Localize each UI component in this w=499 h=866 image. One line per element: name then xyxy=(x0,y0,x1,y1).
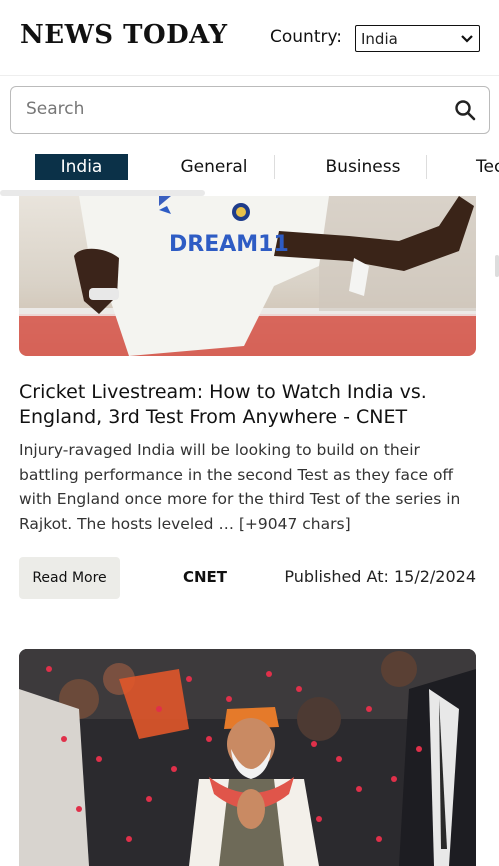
search-input[interactable]: Search xyxy=(26,99,84,119)
article-title[interactable]: Cricket Livestream: How to Watch India v… xyxy=(19,380,479,430)
read-more-button[interactable]: Read More xyxy=(19,557,120,599)
cricket-player-photo: DREAM11 xyxy=(19,196,476,356)
search-icon[interactable] xyxy=(453,98,477,122)
article-published-date: Published At: 15/2/2024 xyxy=(284,567,476,586)
country-label: Country: xyxy=(270,27,343,47)
article-description: Injury-ravaged India will be looking to … xyxy=(19,441,461,533)
jersey-text: DREAM11 xyxy=(169,232,289,257)
search-bar[interactable]: Search xyxy=(10,86,490,134)
page-scrollbar[interactable] xyxy=(495,255,499,277)
tab-technology[interactable]: Tec xyxy=(476,154,499,180)
site-logo[interactable]: NEWS TODAY xyxy=(20,20,228,50)
country-select-value: India xyxy=(361,29,398,48)
header: NEWS TODAY Country: India xyxy=(0,0,499,76)
tab-general[interactable]: General xyxy=(160,154,268,180)
tab-divider xyxy=(274,155,275,179)
country-select[interactable]: India xyxy=(355,25,480,52)
tab-business[interactable]: Business xyxy=(305,154,421,180)
category-tabs: India General Business Tec xyxy=(0,150,499,186)
article-image[interactable]: DREAM11 xyxy=(19,196,476,356)
chevron-down-icon xyxy=(461,34,473,43)
article-source: CNET xyxy=(183,568,228,586)
tab-divider xyxy=(426,155,427,179)
crowd-petals-photo xyxy=(19,649,476,866)
article-image[interactable] xyxy=(19,649,476,866)
tab-india[interactable]: India xyxy=(35,154,128,180)
